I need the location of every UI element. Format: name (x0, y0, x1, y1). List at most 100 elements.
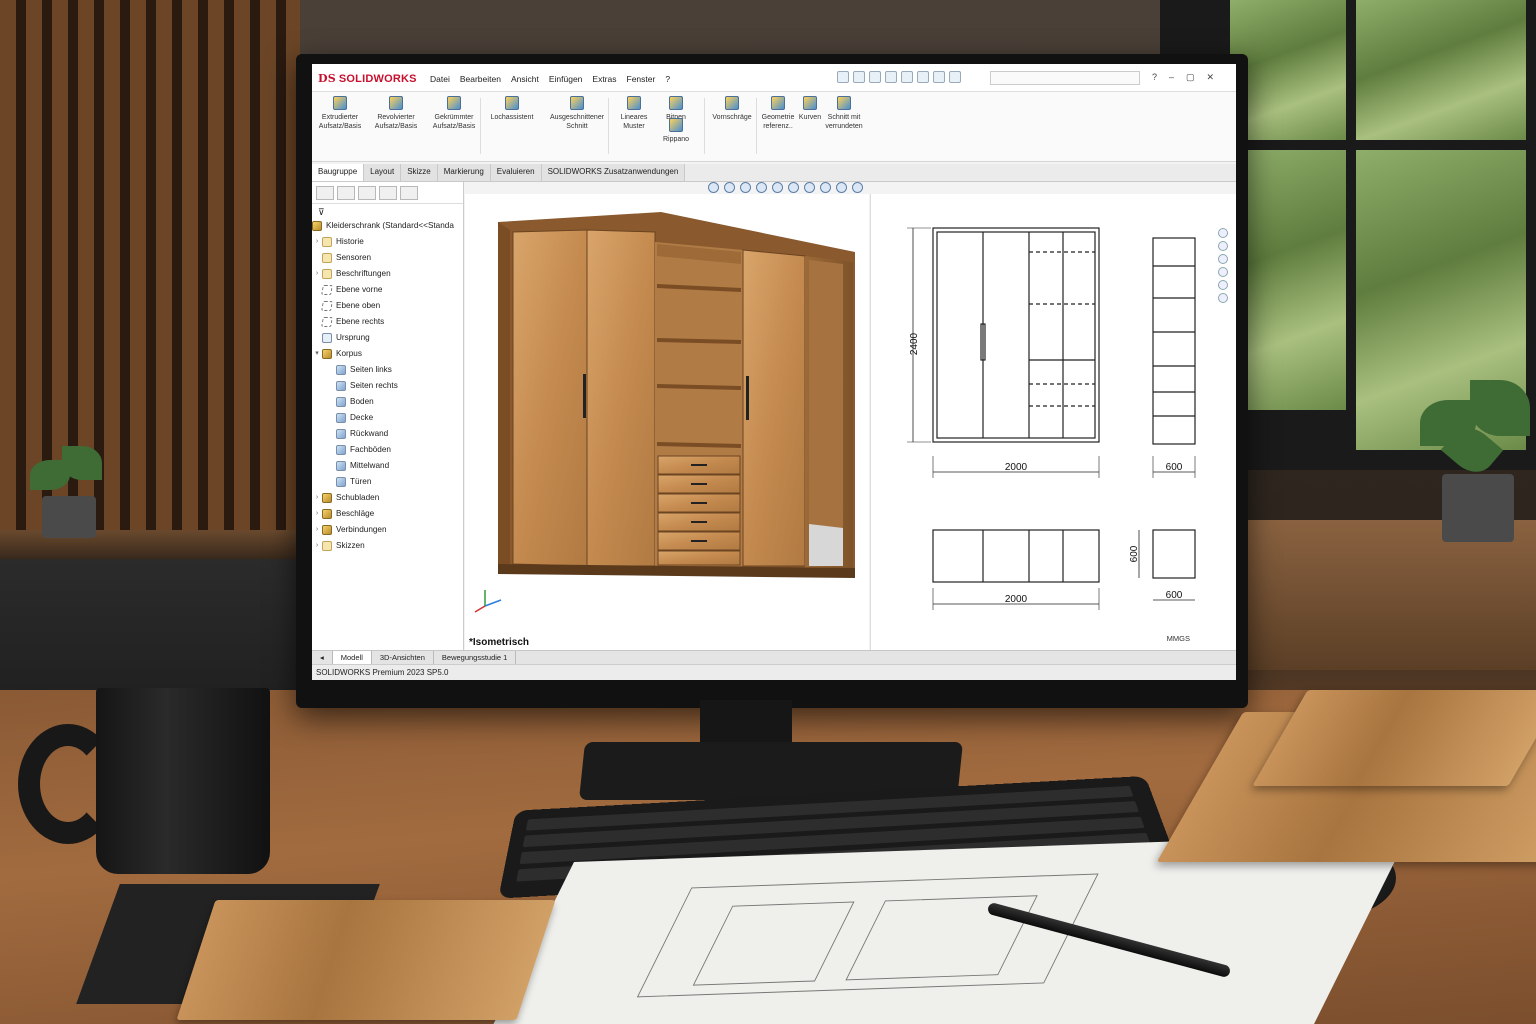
ribbon-button[interactable]: Extrudierter Aufsatz/Basis (314, 96, 366, 131)
tree-item[interactable]: Fachböden (312, 442, 463, 458)
appearances-icon[interactable] (1218, 280, 1228, 290)
property-manager-tab-icon[interactable] (337, 186, 355, 200)
design-library-icon[interactable] (1218, 241, 1228, 251)
expand-arrow-icon[interactable]: ▾ (312, 346, 322, 362)
ribbon-button[interactable]: Geometrie referenz.. (760, 96, 796, 131)
expand-arrow-icon[interactable]: › (312, 266, 322, 282)
help-icon[interactable]: ? (1152, 72, 1157, 83)
ribbon-button[interactable]: Vornschräge (710, 96, 754, 122)
menu-item[interactable]: Extras (592, 74, 616, 84)
tab-scroll-icon[interactable]: ◂ (312, 650, 333, 665)
minimize-icon[interactable]: – (1169, 72, 1174, 83)
ribbon-button[interactable]: Ausgeschnittener Schnitt (544, 96, 610, 131)
model-tab[interactable]: Modell (332, 650, 372, 665)
tree-item[interactable]: › Skizzen (312, 538, 463, 554)
command-tab[interactable]: SOLIDWORKS Zusatzanwendungen (541, 164, 686, 181)
feat-icon (336, 429, 346, 439)
tree-item[interactable]: Türen (312, 474, 463, 490)
restore-icon[interactable]: ▢ (1186, 72, 1195, 83)
task-pane-tabs (1218, 228, 1230, 303)
tree-item[interactable]: Boden (312, 394, 463, 410)
graphics-area[interactable]: *Isometrisch (465, 194, 869, 650)
ribbon-button[interactable]: Lineares Muster (616, 96, 652, 131)
tree-item[interactable]: Mittelwand (312, 458, 463, 474)
tree-item[interactable]: › Schubladen (312, 490, 463, 506)
model-tab[interactable]: Bewegungsstudie 1 (434, 650, 517, 665)
open-icon[interactable] (853, 71, 865, 83)
command-tab[interactable]: Baugruppe (312, 164, 365, 181)
configuration-tab-icon[interactable] (358, 186, 376, 200)
expand-arrow-icon[interactable]: › (312, 522, 322, 538)
ribbon-button[interactable]: Gekrümmter Aufsatz/Basis (426, 96, 482, 131)
tree-item[interactable]: Rückwand (312, 426, 463, 442)
tree-item[interactable]: › Beschläge (312, 506, 463, 522)
command-tab[interactable]: Layout (364, 164, 402, 181)
dim-side-width: 600 (1166, 462, 1183, 473)
ribbon-button[interactable]: Kurven (798, 96, 822, 122)
options-icon[interactable] (949, 71, 961, 83)
unit-system[interactable]: MMGS (1167, 634, 1190, 643)
search-input[interactable] (990, 71, 1140, 85)
tree-item[interactable]: Seiten rechts (312, 378, 463, 394)
close-icon[interactable]: ✕ (1207, 72, 1215, 83)
zoom-fit-icon[interactable] (708, 182, 719, 193)
ribbon-button[interactable]: Revolvierter Aufsatz/Basis (370, 96, 422, 131)
previous-view-icon[interactable] (740, 182, 751, 193)
tree-item[interactable]: Ebene rechts (312, 314, 463, 330)
menu-item[interactable]: Einfügen (549, 74, 583, 84)
tree-item[interactable]: Ebene vorne (312, 282, 463, 298)
tree-item[interactable]: › Historie (312, 234, 463, 250)
command-tab[interactable]: Evaluieren (490, 164, 542, 181)
view-palette-icon[interactable] (1218, 267, 1228, 277)
expand-arrow-icon[interactable]: › (312, 234, 322, 250)
ribbon-button[interactable]: Rippano (656, 118, 696, 144)
tree-item[interactable]: › Verbindungen (312, 522, 463, 538)
dimxpert-tab-icon[interactable] (379, 186, 397, 200)
ribbon-button[interactable]: Schnitt mit verrundeten (824, 96, 864, 131)
tree-item[interactable]: ▾ Korpus (312, 346, 463, 362)
undo-icon[interactable] (901, 71, 913, 83)
door-left-inner (586, 229, 656, 567)
file-explorer-icon[interactable] (1218, 254, 1228, 264)
tree-item-label: Historie (336, 237, 364, 246)
model-tab[interactable]: 3D-Ansichten (372, 650, 434, 665)
expand-arrow-icon[interactable]: › (312, 490, 322, 506)
custom-properties-icon[interactable] (1218, 293, 1228, 303)
tree-item[interactable]: › Beschriftungen (312, 266, 463, 282)
filter-icon[interactable]: ⊽ (312, 204, 463, 218)
view-orientation-icon[interactable] (772, 182, 783, 193)
command-tab[interactable]: Skizze (401, 164, 438, 181)
hide-show-icon[interactable] (804, 182, 815, 193)
print-icon[interactable] (885, 71, 897, 83)
view-settings-icon[interactable] (852, 182, 863, 193)
appearance-icon[interactable] (820, 182, 831, 193)
new-icon[interactable] (837, 71, 849, 83)
expand-arrow-icon[interactable]: › (312, 506, 322, 522)
display-style-icon[interactable] (788, 182, 799, 193)
tree-root[interactable]: Kleiderschrank (Standard<<Standa (312, 218, 463, 234)
menu-item[interactable]: Ansicht (511, 74, 539, 84)
tree-item[interactable]: Ebene oben (312, 298, 463, 314)
menu-item[interactable]: Fenster (627, 74, 656, 84)
section-view-icon[interactable] (756, 182, 767, 193)
ribbon-button[interactable]: Lochassistent (484, 96, 540, 122)
tree-item-label: Fachböden (350, 445, 391, 454)
tree-item[interactable]: Ursprung (312, 330, 463, 346)
tree-item[interactable]: Seiten links (312, 362, 463, 378)
select-icon[interactable] (917, 71, 929, 83)
command-tab[interactable]: Markierung (437, 164, 491, 181)
menu-item[interactable]: Bearbeiten (460, 74, 501, 84)
scene-icon[interactable] (836, 182, 847, 193)
drawing-view[interactable]: 2400 2000 600 2000 600 600 (870, 194, 1236, 650)
tree-item[interactable]: Sensoren (312, 250, 463, 266)
rebuild-icon[interactable] (933, 71, 945, 83)
zoom-area-icon[interactable] (724, 182, 735, 193)
tree-item[interactable]: Decke (312, 410, 463, 426)
menu-item[interactable]: Datei (430, 74, 450, 84)
save-icon[interactable] (869, 71, 881, 83)
display-manager-tab-icon[interactable] (400, 186, 418, 200)
menu-item[interactable]: ? (665, 74, 670, 84)
resources-icon[interactable] (1218, 228, 1228, 238)
expand-arrow-icon[interactable]: › (312, 538, 322, 554)
feature-tree-tab-icon[interactable] (316, 186, 334, 200)
